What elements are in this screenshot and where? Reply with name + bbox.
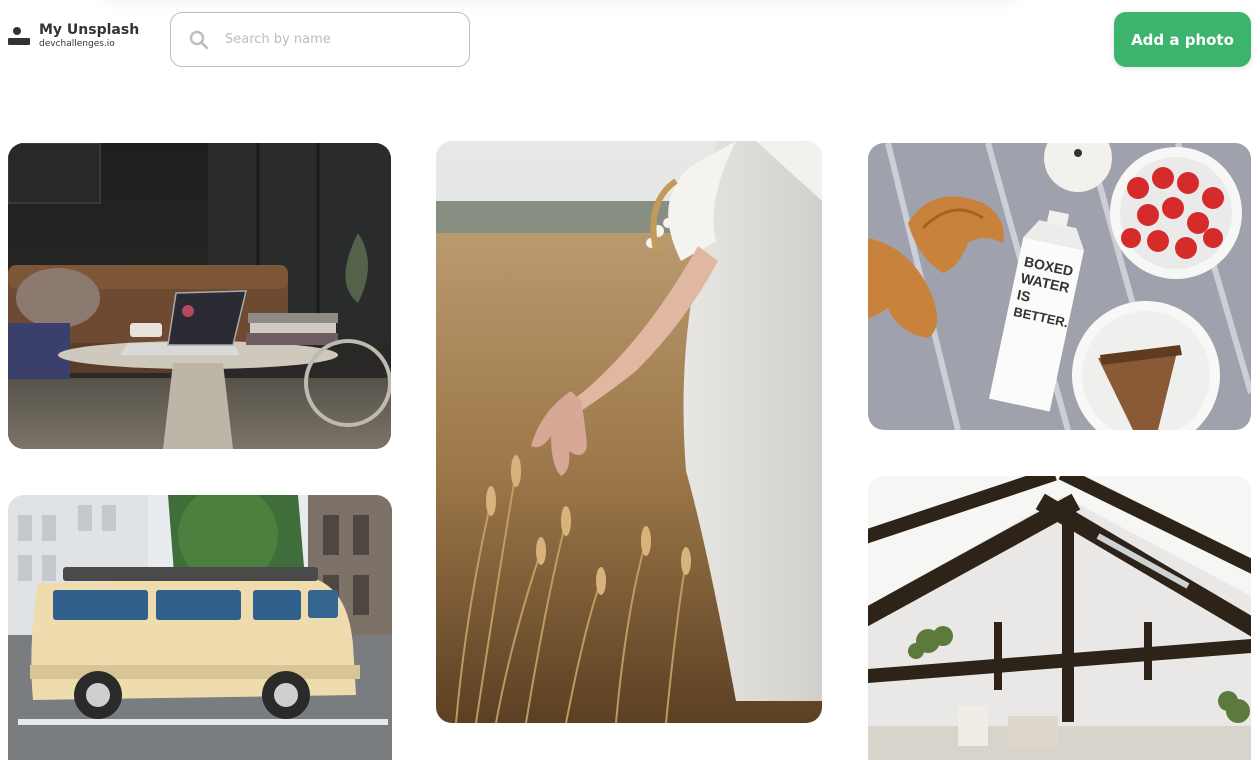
search-input[interactable] [225,32,455,47]
logo-icon [8,22,30,46]
photo-wheat-field [436,141,822,723]
app-title: My Unsplash [39,22,140,38]
photo-card[interactable]: BOXED WATER IS BETTER. [868,143,1251,430]
photo-interior-beams [868,476,1251,760]
add-photo-button[interactable]: Add a photo [1114,12,1251,67]
photo-card[interactable] [8,495,392,760]
search-box[interactable] [170,12,470,67]
app-logo[interactable]: My Unsplash devchallenges.io [8,22,139,50]
photo-card[interactable] [8,143,391,449]
photo-breakfast: BOXED WATER IS BETTER. [868,143,1251,430]
search-icon [189,30,209,49]
app-subtitle: devchallenges.io [39,39,115,49]
logo-text: My Unsplash devchallenges.io [39,22,139,50]
photo-card[interactable] [436,141,822,723]
photo-living-room [8,143,391,449]
photo-camper-van [8,495,392,760]
photo-card[interactable] [868,476,1251,760]
